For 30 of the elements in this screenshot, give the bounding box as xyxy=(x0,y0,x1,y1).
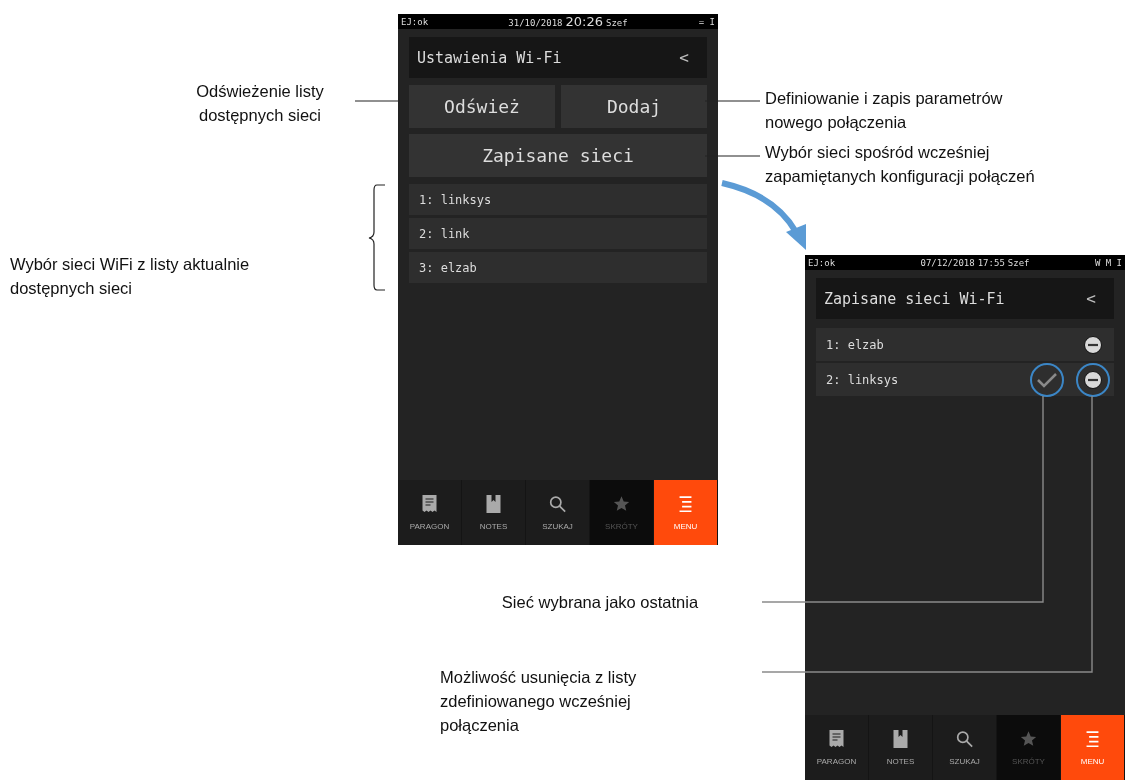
status-indicators: = I xyxy=(697,16,715,27)
status-text: EJ:ok xyxy=(401,16,430,27)
back-button[interactable]: < xyxy=(669,48,699,67)
annotation-text: Wybór sieci spośród wcześniej zapamiętanych konfiguracji połączeń xyxy=(765,142,1036,187)
status-date: 07/12/2018 xyxy=(920,257,975,268)
annotation-text: Wybór sieci WiFi z listy aktualnie dostępnych sieci xyxy=(10,254,251,299)
annotation-text: Odświeżenie listy dostępnych sieci xyxy=(195,81,325,126)
screen-title: Zapisane sieci Wi-Fi xyxy=(824,289,1005,308)
status-date: 31/10/2018 xyxy=(508,18,563,28)
action-button[interactable]: Odśwież xyxy=(409,85,555,128)
network-item[interactable]: 2: linksys xyxy=(816,363,1114,396)
network-name: 1: elzab xyxy=(826,337,885,352)
status-user: Szef xyxy=(1007,257,1030,268)
status-indicators: W M I xyxy=(1093,257,1122,268)
status-user: Szef xyxy=(606,18,628,28)
annotation-text: Sieć wybrana jako ostatnia xyxy=(500,592,700,613)
screen-title: Ustawienia Wi-Fi xyxy=(417,48,562,67)
annotation-text: Definiowanie i zapis parametrów nowego połączenia xyxy=(765,88,1004,133)
network-item[interactable]: 1: elzab xyxy=(816,328,1114,361)
annotation-text: Możliwość usunięcia z listy zdefiniowanego wcześniej połączenia xyxy=(440,667,638,736)
status-text: EJ:ok xyxy=(808,257,837,268)
status-time: 17:55 xyxy=(977,257,1005,268)
network-item[interactable]: 1: linksys xyxy=(409,184,707,215)
network-item[interactable]: 3: elzab xyxy=(409,252,707,283)
status-time: 20:26 xyxy=(565,14,603,29)
action-button[interactable]: Dodaj xyxy=(561,85,707,128)
action-button[interactable]: Zapisane sieci xyxy=(409,134,707,177)
network-name: 2: linksys xyxy=(826,372,900,387)
network-item[interactable]: 2: link xyxy=(409,218,707,249)
back-button[interactable]: < xyxy=(1076,289,1106,308)
